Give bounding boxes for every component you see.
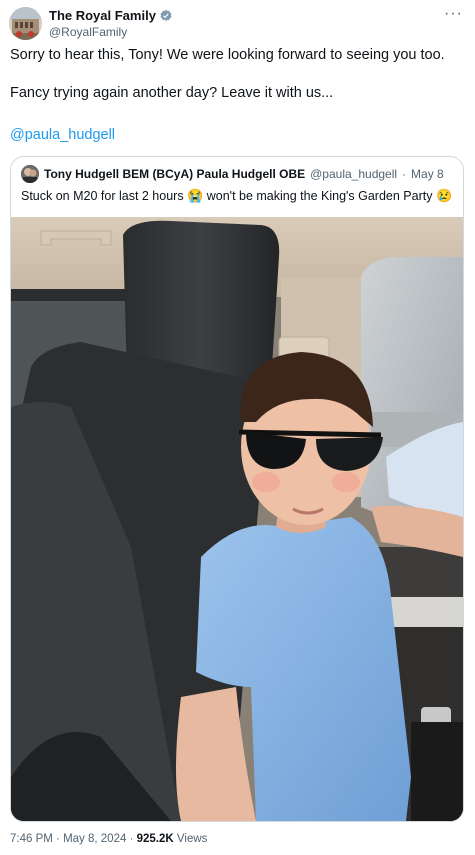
separator-dot: ·	[56, 833, 60, 845]
post-date[interactable]: May 8, 2024	[63, 833, 126, 845]
quoted-author-handle[interactable]: @paula_hudgell	[310, 167, 397, 181]
author-name[interactable]: The Royal Family	[49, 8, 156, 23]
more-options-icon[interactable]: ···	[444, 5, 463, 23]
author-name-line[interactable]: The Royal Family	[49, 8, 173, 23]
crying-face-icon: 😭	[187, 188, 204, 203]
quoted-post-header: Tony Hudgell BEM (BCyA) Paula Hudgell OB…	[21, 165, 461, 183]
royal-family-avatar[interactable]	[9, 7, 42, 40]
post-time[interactable]: 7:46 PM	[10, 833, 53, 845]
quoted-author-avatar	[21, 165, 39, 183]
post-footer: 7:46 PM · May 8, 2024 · 925.2K Views	[10, 833, 207, 845]
separator-dot: ·	[129, 833, 134, 845]
quoted-text-part-1: Stuck on M20 for last 2 hours	[21, 189, 184, 203]
post-text: Sorry to hear this, Tony! We were lookin…	[10, 46, 460, 103]
quoted-post-text: Stuck on M20 for last 2 hours 😭 won't be…	[21, 188, 452, 204]
post-text-line-2: Fancy trying again another day? Leave it…	[10, 85, 334, 101]
quoted-post-photo[interactable]	[11, 217, 463, 821]
author-handle[interactable]: @RoyalFamily	[49, 25, 127, 39]
quoted-text-part-2: won't be making the King's Garden Party	[206, 189, 433, 203]
post-text-line-1: Sorry to hear this, Tony! We were lookin…	[10, 47, 445, 63]
quoted-author-name[interactable]: Tony Hudgell BEM (BCyA) Paula Hudgell OB…	[44, 167, 305, 181]
sad-face-icon: 😢	[435, 188, 453, 203]
quoted-post[interactable]: Tony Hudgell BEM (BCyA) Paula Hudgell OB…	[10, 156, 464, 822]
quoted-post-date[interactable]: May 8	[411, 167, 444, 181]
views-label: Views	[176, 833, 208, 845]
post-header: The Royal Family @RoyalFamily ···	[9, 5, 465, 40]
separator-dot: ·	[402, 167, 407, 181]
views-count[interactable]: 925.2K	[137, 833, 174, 845]
mention-link[interactable]: @paula_hudgell	[10, 127, 115, 143]
verified-badge-icon	[159, 9, 173, 23]
